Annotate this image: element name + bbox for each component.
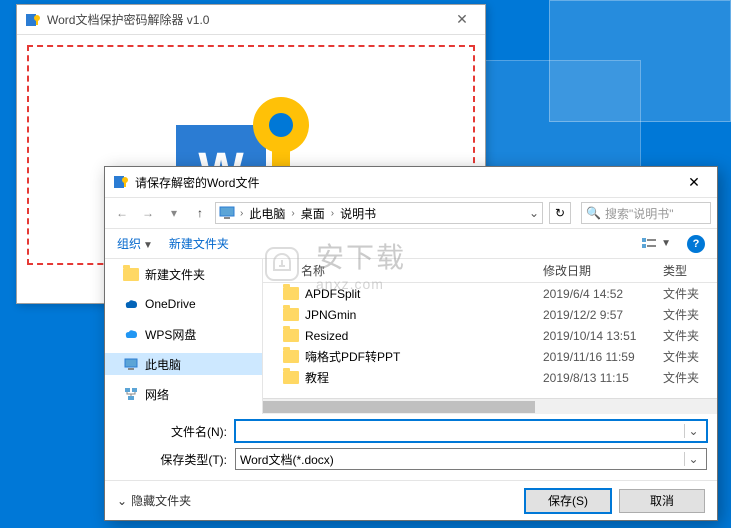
file-row[interactable]: JPNGmin2019/12/2 9:57文件夹 [263,304,717,325]
up-icon[interactable]: ↑ [189,202,211,224]
file-list-header: 名称 修改日期 类型 [263,259,717,283]
chevron-down-icon: ⌄ [117,494,127,508]
chevron-down-icon[interactable]: ⌄ [526,206,542,220]
recent-icon[interactable]: ▾ [163,202,185,224]
file-row[interactable]: Resized2019/10/14 13:51文件夹 [263,325,717,346]
pc-icon [218,204,236,222]
new-folder-button[interactable]: 新建文件夹 [169,235,229,252]
hide-folders-button[interactable]: ⌄ 隐藏文件夹 [117,492,191,509]
folder-icon [123,268,139,281]
cloud-icon [123,326,139,342]
folder-tree: 新建文件夹 OneDrive WPS网盘 此电脑 网络 [105,259,263,414]
save-dialog: 请保存解密的Word文件 ✕ ← → ▾ ↑ › 此电脑 › 桌面 › 说明书 … [104,166,718,521]
dialog-titlebar: 请保存解密的Word文件 ✕ [105,167,717,197]
dialog-title: 请保存解密的Word文件 [135,174,679,191]
folder-icon [283,287,299,300]
file-list-area: 名称 修改日期 类型 APDFSplit2019/6/4 14:52文件夹JPN… [263,259,717,414]
file-row[interactable]: APDFSplit2019/6/4 14:52文件夹 [263,283,717,304]
tree-item-new-folder[interactable]: 新建文件夹 [105,263,262,285]
cancel-button[interactable]: 取消 [619,489,705,513]
forward-icon: → [137,202,159,224]
column-name[interactable]: 名称 [301,262,543,279]
dialog-footer: ⌄ 隐藏文件夹 保存(S) 取消 [105,480,717,520]
chevron-right-icon[interactable]: › [289,208,296,219]
breadcrumb-pc[interactable]: 此电脑 [245,205,289,222]
search-icon: 🔍 [586,206,601,220]
chevron-right-icon[interactable]: › [329,208,336,219]
file-list: APDFSplit2019/6/4 14:52文件夹JPNGmin2019/12… [263,283,717,398]
save-button[interactable]: 保存(S) [525,489,611,513]
filename-label: 文件名(N): [115,423,235,440]
pc-icon [123,356,139,372]
filetype-select[interactable]: Word文档(*.docx) ⌄ [235,448,707,470]
network-icon [123,386,139,402]
onedrive-icon [123,296,139,312]
tree-item-network[interactable]: 网络 [105,383,262,405]
tree-item-this-pc[interactable]: 此电脑 [105,353,262,375]
chevron-down-icon[interactable]: ⌄ [684,452,702,466]
refresh-icon[interactable]: ↻ [549,202,571,224]
search-input[interactable]: 🔍 搜索"说明书" [581,202,711,224]
breadcrumb-desktop[interactable]: 桌面 [297,205,329,222]
folder-icon [283,329,299,342]
back-icon[interactable]: ← [111,202,133,224]
breadcrumb[interactable]: › 此电脑 › 桌面 › 说明书 ⌄ [215,202,543,224]
column-type[interactable]: 类型 [663,262,717,279]
organize-button[interactable]: 组织▼ [117,235,153,252]
file-row[interactable]: 教程2019/8/13 11:15文件夹 [263,367,717,388]
search-placeholder: 搜索"说明书" [605,205,674,222]
app-title: Word文档保护密码解除器 v1.0 [47,11,447,28]
horizontal-scrollbar[interactable] [263,398,717,414]
toolbar: 组织▼ 新建文件夹 ▼ ? [105,229,717,259]
app-close-icon[interactable]: ✕ [447,11,477,28]
filetype-label: 保存类型(T): [115,451,235,468]
file-row[interactable]: 嗨格式PDF转PPT2019/11/16 11:59文件夹 [263,346,717,367]
view-icon [641,237,657,251]
tree-item-wps[interactable]: WPS网盘 [105,323,262,345]
breadcrumb-folder[interactable]: 说明书 [336,205,380,222]
column-date[interactable]: 修改日期 [543,262,663,279]
folder-icon [283,308,299,321]
filename-input[interactable]: ⌄ [235,420,707,442]
dialog-icon [113,174,129,190]
navigation-bar: ← → ▾ ↑ › 此电脑 › 桌面 › 说明书 ⌄ ↻ 🔍 搜索"说明书" [105,197,717,229]
close-icon[interactable]: ✕ [679,174,709,191]
folder-icon [283,350,299,363]
help-icon[interactable]: ? [687,235,705,253]
view-button[interactable]: ▼ [641,237,671,251]
app-titlebar: Word文档保护密码解除器 v1.0 ✕ [17,5,485,35]
app-icon [25,12,41,28]
tree-item-onedrive[interactable]: OneDrive [105,293,262,315]
folder-icon [283,371,299,384]
chevron-down-icon[interactable]: ⌄ [684,424,702,438]
chevron-right-icon[interactable]: › [238,208,245,219]
